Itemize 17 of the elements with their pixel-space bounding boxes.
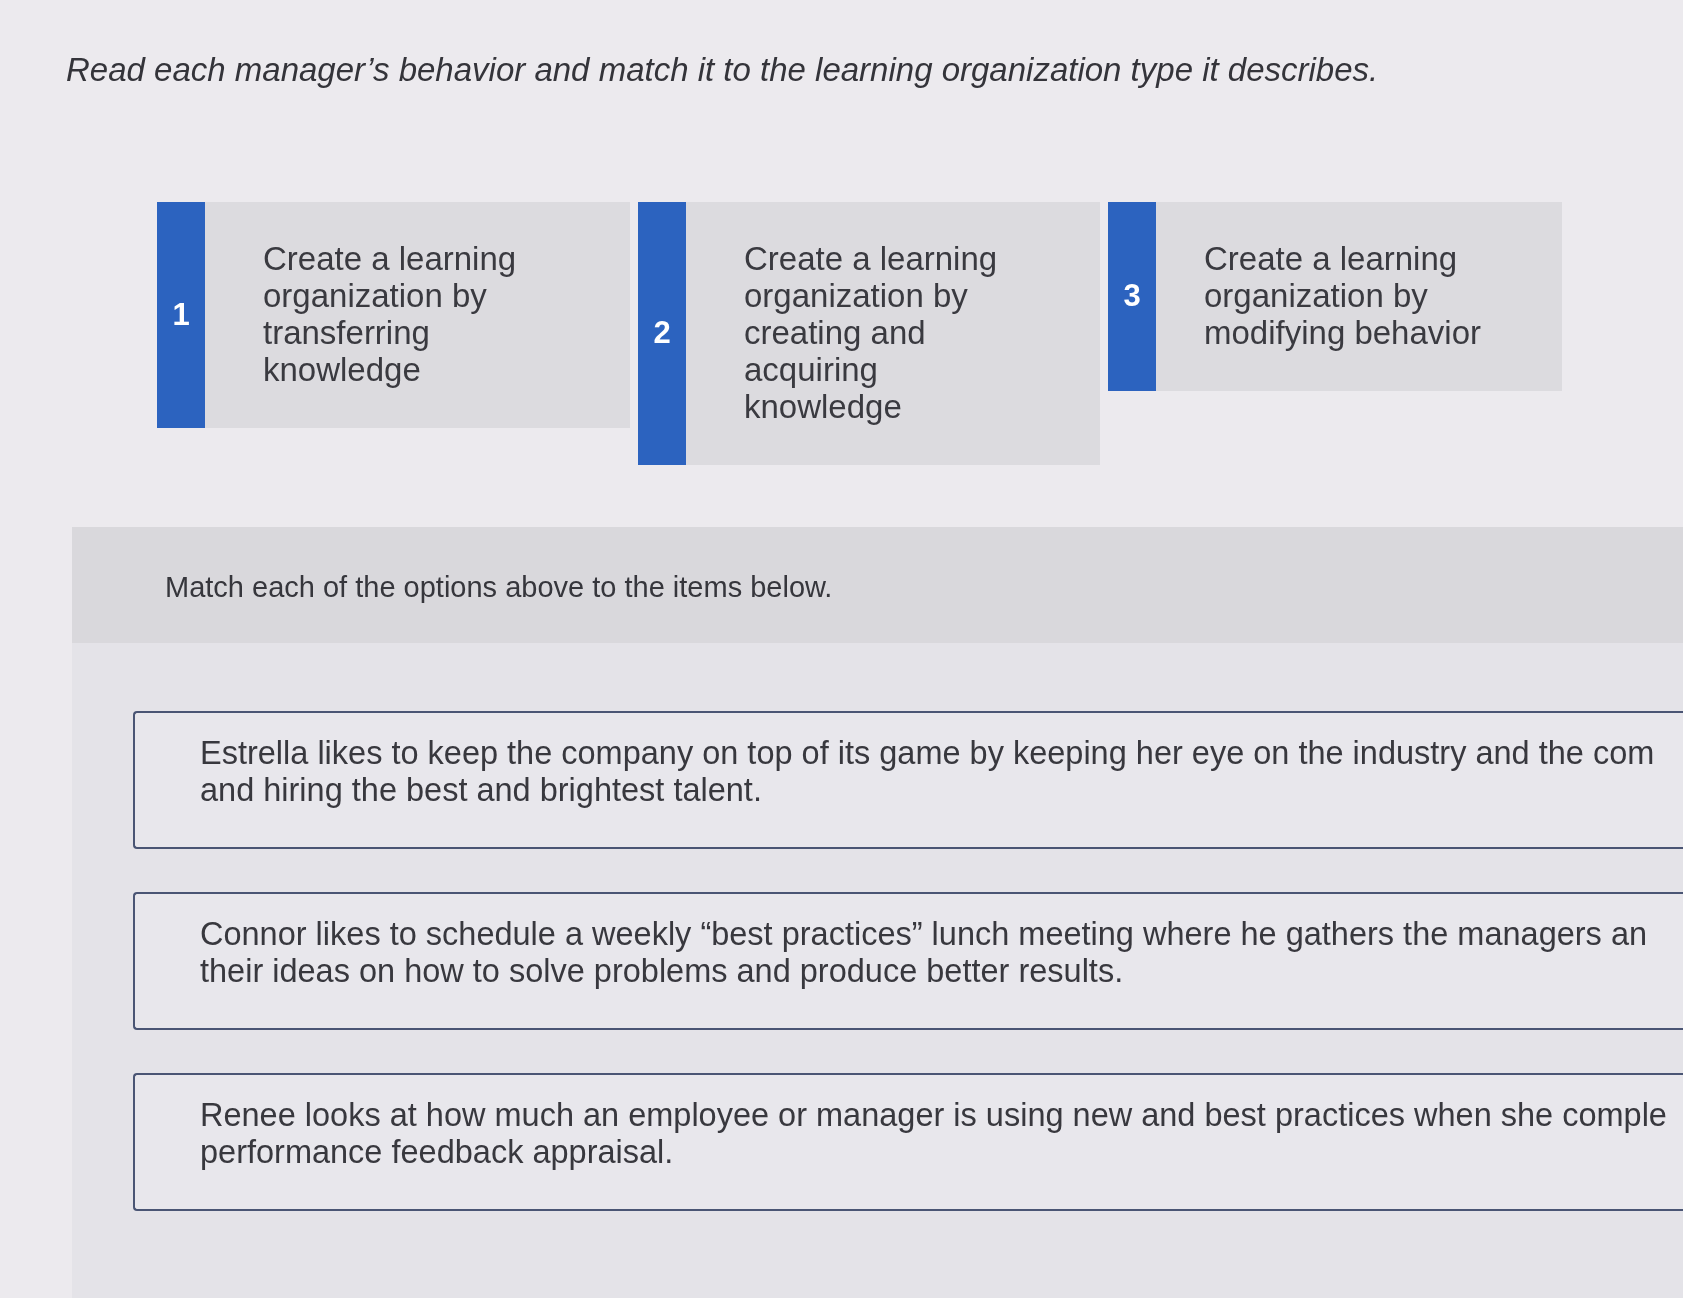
instruction-text: Read each manager’s behavior and match it to the learning organization type it describes.: [65, 50, 1380, 90]
option-number: 1: [157, 202, 205, 428]
option-card[interactable]: 2 Create a learning organization by creating and acquiring knowledge: [638, 202, 1100, 465]
match-target-box[interactable]: Connor likes to schedule a weekly “best practices” lunch meeting where he gathers the managers an their ideas on how to solve problems and produce better results.: [133, 892, 1683, 1030]
option-card[interactable]: 3 Create a learning organization by modifying behavior: [1108, 202, 1562, 391]
match-target-box[interactable]: Renee looks at how much an employee or manager is using new and best practices when she comple performance feedback appraisal.: [133, 1073, 1683, 1211]
prompt-text: Match each of the options above to the items below.: [165, 570, 834, 605]
item-text: Connor likes to schedule a weekly “best practices” lunch meeting where he gathers the managers an their ideas on how to solve problems and produce better results.: [200, 916, 1649, 990]
option-card[interactable]: 1 Create a learning organization by transferring knowledge: [157, 202, 630, 428]
option-number: 3: [1108, 202, 1156, 391]
option-text: Create a learning organization by creating and acquiring knowledge: [743, 239, 999, 427]
item-text: Renee looks at how much an employee or manager is using new and best practices when she comple performance feedback appraisal.: [200, 1097, 1668, 1171]
item-text: Estrella likes to keep the company on top of its game by keeping her eye on the industry and the com and hiring the best and brightest talent.: [200, 735, 1656, 809]
option-text: Create a learning organization by transferring knowledge: [262, 239, 518, 390]
match-target-box[interactable]: Estrella likes to keep the company on top of its game by keeping her eye on the industry and the com and hiring the best and brightest talent.: [133, 711, 1683, 849]
option-text: Create a learning organization by modifying behavior: [1203, 239, 1482, 353]
option-number: 2: [638, 202, 686, 465]
